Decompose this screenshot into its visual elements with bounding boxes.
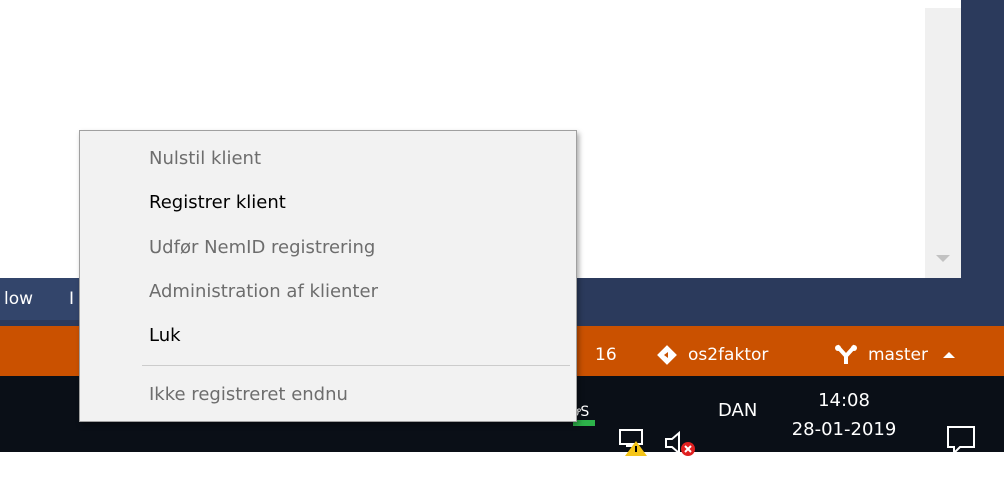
repository-indicator[interactable]: os2faktor (656, 326, 768, 376)
menu-status-text: Ikke registreret endnu (149, 384, 348, 405)
menu-item-nemid-registration[interactable]: Udfør NemID registrering (80, 228, 576, 268)
window-frame (961, 0, 1004, 278)
system-clock[interactable]: 14:08 28-01-2019 (784, 376, 904, 452)
branch-indicator[interactable]: master (834, 326, 957, 376)
tray-context-menu: Nulstil klient Registrer klient Udfør Ne… (79, 130, 577, 422)
notification-icon[interactable] (944, 402, 978, 478)
status-count[interactable]: 16 (595, 326, 617, 376)
vertical-scrollbar[interactable] (925, 8, 961, 278)
triangle-up-icon (943, 352, 956, 358)
volume-muted-icon[interactable] (664, 406, 696, 482)
clock-date: 28-01-2019 (791, 419, 897, 440)
repository-name: os2faktor (688, 345, 769, 365)
menu-item-close[interactable]: Luk (80, 316, 576, 356)
scroll-down-arrow-icon[interactable] (933, 248, 953, 268)
git-branch-icon (835, 344, 857, 364)
menu-item-administer-clients[interactable]: Administration af klienter (80, 272, 576, 312)
menu-item-register-client[interactable]: Registrer klient (80, 183, 576, 223)
input-language[interactable]: DAN (718, 376, 757, 452)
clock-time: 14:08 (818, 390, 870, 411)
branch-name: master (868, 345, 928, 365)
menu-separator (142, 365, 570, 366)
menu-bar-item-window[interactable]: low (0, 278, 64, 320)
network-warning-icon[interactable] (618, 404, 648, 480)
menu-item-reset-client[interactable]: Nulstil klient (80, 139, 576, 179)
git-diamond-icon (657, 345, 677, 365)
